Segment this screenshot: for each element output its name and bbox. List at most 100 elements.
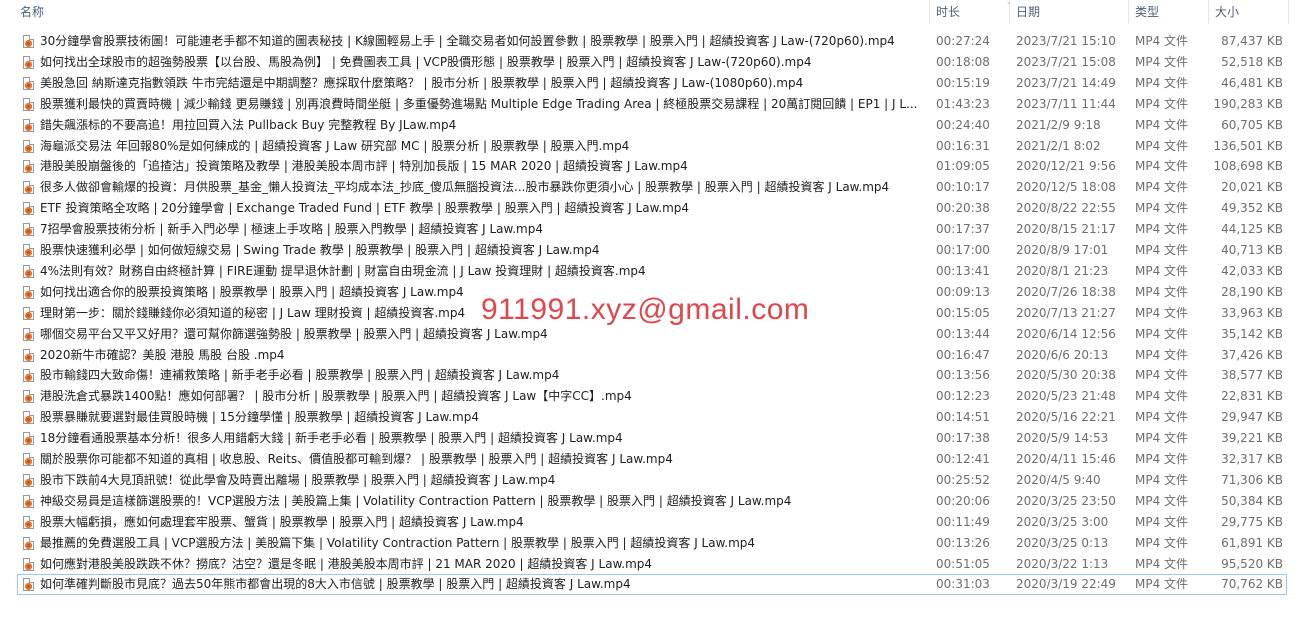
mp4-file-icon bbox=[23, 327, 34, 341]
file-type: MP4 文件 bbox=[1135, 222, 1189, 237]
mp4-file-icon bbox=[23, 432, 34, 446]
column-header-size[interactable]: 大小 bbox=[1209, 0, 1288, 24]
file-size: 38,577 KB bbox=[1221, 368, 1283, 383]
file-row[interactable]: 股票快速獲利必學 | 如何做短線交易 | Swing Trade 教學 | 股票… bbox=[17, 240, 1287, 261]
mp4-file-icon bbox=[23, 264, 34, 278]
file-row[interactable]: 港股美股崩盤後的「追揸沽」投資策略及教學 | 港股美股本周市評 | 特別加長版 … bbox=[17, 156, 1287, 177]
file-row[interactable]: 30分鐘學會股票技術圖！可能連老手都不知道的圖表秘技 | K線圖輕易上手 | 全… bbox=[17, 31, 1287, 52]
file-date: 2020/5/30 20:38 bbox=[1016, 368, 1116, 383]
file-name: 股票獲利最快的買賣時機 | 減少輸錢 更易賺錢 | 別再浪費時間坐艇 | 多重優… bbox=[40, 96, 918, 111]
file-size: 61,891 KB bbox=[1221, 535, 1283, 550]
file-size: 33,963 KB bbox=[1221, 305, 1283, 320]
file-name: 2020新牛市確認？美股 港股 馬股 台股 .mp4 bbox=[40, 347, 285, 362]
file-date: 2020/5/9 14:53 bbox=[1016, 431, 1109, 446]
file-type: MP4 文件 bbox=[1135, 201, 1189, 216]
file-duration: 00:15:05 bbox=[936, 305, 990, 320]
file-name: 股市輸錢四大致命傷！連補救策略 | 新手老手必看 | 股票教學 | 股票入門 |… bbox=[40, 368, 560, 383]
mp4-file-icon bbox=[23, 139, 34, 153]
file-duration: 00:17:00 bbox=[936, 243, 990, 257]
file-row[interactable]: 2020新牛市確認？美股 港股 馬股 台股 .mp4 00:16:47 2020/6… bbox=[17, 345, 1287, 366]
file-name: 理財第一步：關於錢賺錢你必須知道的秘密 | J Law 理財投資 | 超績投資客… bbox=[40, 305, 466, 320]
column-header-type[interactable]: 类型 bbox=[1129, 0, 1208, 24]
file-name: 如何找出適合你的股票投資策略 | 股票教學 | 股票入門 | 超績投資客 J L… bbox=[40, 284, 464, 299]
file-row[interactable]: 神級交易員是這樣篩選股票的！VCP選股方法 | 美股篇上集 | Volatili… bbox=[17, 491, 1287, 512]
file-date: 2020/4/11 15:46 bbox=[1016, 452, 1116, 466]
file-row[interactable]: 錯失飆漲标的不要高追！用拉回買入法 Pullback Buy 完整教程 By J… bbox=[17, 115, 1287, 136]
file-row[interactable]: 如何找出全球股市的超強勢股票【以台股、馬股為例】 | 免費圖表工具 | VCP股… bbox=[17, 52, 1287, 73]
file-size: 29,947 KB bbox=[1221, 410, 1283, 425]
file-row[interactable]: 7招學會股票技術分析 | 新手入門必學 | 極速上手攻略 | 股票入門教學 | … bbox=[17, 219, 1287, 240]
file-type: MP4 文件 bbox=[1135, 347, 1189, 362]
file-date: 2023/7/11 11:44 bbox=[1016, 96, 1116, 111]
file-date: 2023/7/21 15:08 bbox=[1016, 54, 1116, 69]
file-type: MP4 文件 bbox=[1135, 431, 1189, 446]
file-row[interactable]: 最推薦的免費選股工具 | VCP選股方法 | 美股篇下集 | Volatilit… bbox=[17, 533, 1287, 554]
file-size: 37,426 KB bbox=[1221, 347, 1283, 362]
mp4-file-icon bbox=[23, 76, 34, 90]
mp4-file-icon bbox=[23, 473, 34, 487]
mp4-file-icon bbox=[23, 285, 34, 299]
file-type: MP4 文件 bbox=[1135, 180, 1189, 195]
file-row[interactable]: 股票大幅虧損，應如何處理套牢股票、蟹貨 | 股票教學 | 股票入門 | 超績投資… bbox=[17, 512, 1287, 533]
column-header-duration[interactable]: 时长 bbox=[930, 0, 1009, 24]
file-name: 股市下跌前4大見頂訊號！從此學會及時賣出離場 | 股票教學 | 股票入門 | 超… bbox=[40, 472, 556, 487]
file-size: 70,762 KB bbox=[1221, 577, 1283, 592]
column-header-name[interactable]: 名称 bbox=[14, 0, 914, 24]
file-type: MP4 文件 bbox=[1135, 368, 1189, 383]
file-duration: 00:16:31 bbox=[936, 138, 990, 153]
file-row[interactable]: ETF 投資策略全攻略 | 20分鐘學會 | Exchange Traded F… bbox=[17, 198, 1287, 219]
file-row[interactable]: 股票暴賺就要選對最佳買股時機 | 15分鐘學懂 | 股票教學 | 超績投資客 J… bbox=[17, 407, 1287, 428]
file-row[interactable]: 哪個交易平台又平又好用？還可幫你篩選強勢股 | 股票教學 | 股票入門 | 超績… bbox=[17, 324, 1287, 345]
file-duration: 00:16:47 bbox=[936, 347, 990, 362]
mp4-file-icon bbox=[23, 55, 34, 69]
column-divider[interactable] bbox=[1288, 0, 1289, 24]
file-row[interactable]: 4%法則有效？財務自由終極計算 | FIRE運動 提早退休計劃 | 財富自由現金… bbox=[17, 261, 1287, 282]
file-name: 港股美股崩盤後的「追揸沽」投資策略及教學 | 港股美股本周市評 | 特別加長版 … bbox=[40, 159, 688, 174]
file-type: MP4 文件 bbox=[1135, 243, 1189, 257]
file-duration: 00:17:37 bbox=[936, 222, 990, 237]
file-row[interactable]: 18分鐘看通股票基本分析！很多人用錯虧大錢 | 新手老手必看 | 股票教學 | … bbox=[17, 428, 1287, 449]
file-date: 2020/3/25 23:50 bbox=[1016, 493, 1116, 508]
file-row[interactable]: 如何準確判斷股市見底？過去50年熊市都會出現的8大入市信號 | 股票教學 | 股… bbox=[17, 574, 1287, 596]
file-row[interactable]: 如何找出適合你的股票投資策略 | 股票教學 | 股票入門 | 超績投資客 J L… bbox=[17, 282, 1287, 303]
file-date: 2020/5/16 22:21 bbox=[1016, 410, 1116, 425]
file-row[interactable]: 美股急回 納斯達克指數領跌 牛市完結還是中期調整？應採取什麼策略？ | 股市分析… bbox=[17, 73, 1287, 94]
file-name: 股票大幅虧損，應如何處理套牢股票、蟹貨 | 股票教學 | 股票入門 | 超績投資… bbox=[40, 514, 524, 529]
file-size: 42,033 KB bbox=[1221, 263, 1283, 278]
file-type: MP4 文件 bbox=[1135, 389, 1189, 404]
file-type: MP4 文件 bbox=[1135, 284, 1189, 299]
file-date: 2020/7/13 21:27 bbox=[1016, 305, 1116, 320]
file-date: 2020/6/14 12:56 bbox=[1016, 326, 1116, 341]
file-type: MP4 文件 bbox=[1135, 96, 1189, 111]
file-size: 44,125 KB bbox=[1221, 222, 1283, 237]
file-size: 108,698 KB bbox=[1213, 159, 1283, 174]
file-row[interactable]: 關於股票你可能都不知道的真相 | 收息股、Reits、價值股都可輸到爆？ | 股… bbox=[17, 449, 1287, 470]
file-type: MP4 文件 bbox=[1135, 556, 1189, 571]
file-row[interactable]: 海龜派交易法 年回報80%是如何練成的 | 超績投資客 J Law 研究部 MC… bbox=[17, 136, 1287, 157]
mp4-file-icon bbox=[23, 181, 34, 195]
file-duration: 00:20:38 bbox=[936, 201, 990, 216]
file-type: MP4 文件 bbox=[1135, 159, 1189, 174]
file-size: 28,190 KB bbox=[1221, 284, 1283, 299]
file-type: MP4 文件 bbox=[1135, 410, 1189, 425]
file-type: MP4 文件 bbox=[1135, 577, 1189, 592]
file-row[interactable]: 很多人做卻會輸爆的投資：月供股票_基金_懶人投資法_平均成本法_抄底_傻瓜無腦投… bbox=[17, 177, 1287, 198]
mp4-file-icon bbox=[23, 306, 34, 320]
file-name: 如何準確判斷股市見底？過去50年熊市都會出現的8大入市信號 | 股票教學 | 股… bbox=[40, 577, 631, 592]
file-name: 哪個交易平台又平又好用？還可幫你篩選強勢股 | 股票教學 | 股票入門 | 超績… bbox=[40, 326, 548, 341]
file-row[interactable]: 港股洗倉式暴跌1400點！應如何部署？ | 股市分析 | 股票教學 | 股票入門… bbox=[17, 386, 1287, 407]
file-row[interactable]: 理財第一步：關於錢賺錢你必須知道的秘密 | J Law 理財投資 | 超績投資客… bbox=[17, 303, 1287, 324]
file-duration: 00:09:13 bbox=[936, 284, 990, 299]
column-header-date[interactable]: 日期 bbox=[1010, 0, 1128, 24]
file-size: 136,501 KB bbox=[1213, 138, 1283, 153]
file-date: 2020/3/19 22:49 bbox=[1016, 577, 1116, 592]
file-date: 2020/4/5 9:40 bbox=[1016, 472, 1101, 487]
file-row[interactable]: 股票獲利最快的買賣時機 | 減少輸錢 更易賺錢 | 別再浪費時間坐艇 | 多重優… bbox=[17, 94, 1287, 115]
file-row[interactable]: 股市輸錢四大致命傷！連補救策略 | 新手老手必看 | 股票教學 | 股票入門 |… bbox=[17, 365, 1287, 386]
file-duration: 00:15:19 bbox=[936, 75, 990, 90]
file-row[interactable]: 股市下跌前4大見頂訊號！從此學會及時賣出離場 | 股票教學 | 股票入門 | 超… bbox=[17, 470, 1287, 491]
file-type: MP4 文件 bbox=[1135, 117, 1189, 132]
file-name: 關於股票你可能都不知道的真相 | 收息股、Reits、價值股都可輸到爆？ | 股… bbox=[40, 452, 673, 466]
file-row[interactable]: 如何應對港股美股跌跌不休？撈底？沽空？還是冬眠 | 港股美股本周市評 | 21 … bbox=[17, 554, 1287, 575]
file-type: MP4 文件 bbox=[1135, 34, 1189, 48]
